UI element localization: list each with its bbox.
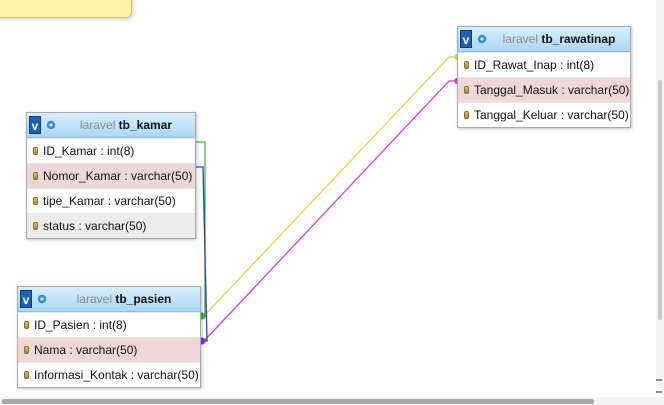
column-row[interactable]: ID_Rawat_Inap : int(8) — [458, 52, 630, 77]
column-row[interactable]: Nama : varchar(50) — [18, 337, 200, 362]
gear-icon[interactable] — [45, 119, 57, 131]
table-tb-rawatinap[interactable]: v laravel tb_rawatinap ID_Rawat_Inap : i… — [457, 26, 631, 128]
relation-link-magenta — [203, 80, 458, 342]
table-header[interactable]: v laravel tb_pasien — [18, 287, 200, 312]
column-row[interactable]: Nomor_Kamar : varchar(50) — [27, 163, 195, 188]
database-name: laravel — [76, 292, 112, 306]
table-title: laravel tb_pasien — [48, 292, 200, 306]
column-key-icon — [24, 346, 29, 354]
table-title: laravel tb_rawatinap — [488, 32, 630, 46]
column-key-icon — [33, 222, 38, 230]
table-name: tb_kamar — [118, 118, 173, 132]
column-label: tipe_Kamar : varchar(50) — [43, 194, 176, 208]
column-row[interactable]: status : varchar(50) — [27, 213, 195, 238]
column-row[interactable]: Tanggal_Keluar : varchar(50) — [458, 102, 630, 127]
table-tb-kamar[interactable]: v laravel tb_kamar ID_Kamar : int(8) Nom… — [26, 112, 196, 239]
horizontal-scroll-thumb[interactable] — [2, 399, 594, 404]
vertical-scroll-thumb[interactable] — [658, 80, 662, 320]
v-toggle-icon[interactable]: v — [460, 30, 472, 48]
column-label: ID_Rawat_Inap : int(8) — [474, 58, 595, 72]
horizontal-scrollbar[interactable] — [0, 397, 664, 405]
v-toggle-icon[interactable]: v — [29, 116, 41, 134]
column-row[interactable]: Tanggal_Masuk : varchar(50) — [458, 77, 630, 102]
database-name: laravel — [502, 32, 538, 46]
column-label: Nomor_Kamar : varchar(50) — [43, 169, 193, 183]
table-name: tb_rawatinap — [541, 32, 616, 46]
column-key-icon — [464, 111, 469, 119]
column-row[interactable]: Informasi_Kontak : varchar(50) — [18, 362, 200, 387]
column-key-icon — [464, 86, 469, 94]
column-label: ID_Kamar : int(8) — [43, 144, 135, 158]
table-header[interactable]: v laravel tb_rawatinap — [458, 27, 630, 52]
v-toggle-icon[interactable]: v — [20, 290, 32, 308]
column-key-icon — [33, 147, 38, 155]
column-label: status : varchar(50) — [43, 219, 147, 233]
column-row[interactable]: tipe_Kamar : varchar(50) — [27, 188, 195, 213]
column-key-icon — [33, 197, 38, 205]
column-key-icon — [33, 172, 38, 180]
column-label: Nama : varchar(50) — [34, 343, 138, 357]
column-label: Tanggal_Keluar : varchar(50) — [474, 108, 629, 122]
scroll-arrow-down[interactable] — [656, 391, 662, 393]
column-row[interactable]: ID_Pasien : int(8) — [18, 312, 200, 337]
database-name: laravel — [79, 118, 116, 132]
column-label: ID_Pasien : int(8) — [34, 318, 127, 332]
column-key-icon — [464, 61, 469, 69]
column-key-icon — [24, 371, 29, 379]
table-name: tb_pasien — [115, 292, 172, 306]
column-label: Tanggal_Masuk : varchar(50) — [474, 83, 630, 97]
table-header[interactable]: v laravel tb_kamar — [27, 113, 195, 138]
scroll-arrow-up[interactable] — [656, 379, 662, 381]
column-key-icon — [24, 321, 29, 329]
column-label: Informasi_Kontak : varchar(50) — [34, 368, 199, 382]
relation-link-yellow — [203, 56, 458, 317]
gear-icon[interactable] — [476, 33, 488, 45]
column-row[interactable]: ID_Kamar : int(8) — [27, 138, 195, 163]
gear-icon[interactable] — [36, 293, 48, 305]
table-title: laravel tb_kamar — [57, 118, 195, 132]
table-tb-pasien[interactable]: v laravel tb_pasien ID_Pasien : int(8) N… — [17, 286, 201, 388]
vertical-scrollbar[interactable] — [656, 0, 664, 388]
